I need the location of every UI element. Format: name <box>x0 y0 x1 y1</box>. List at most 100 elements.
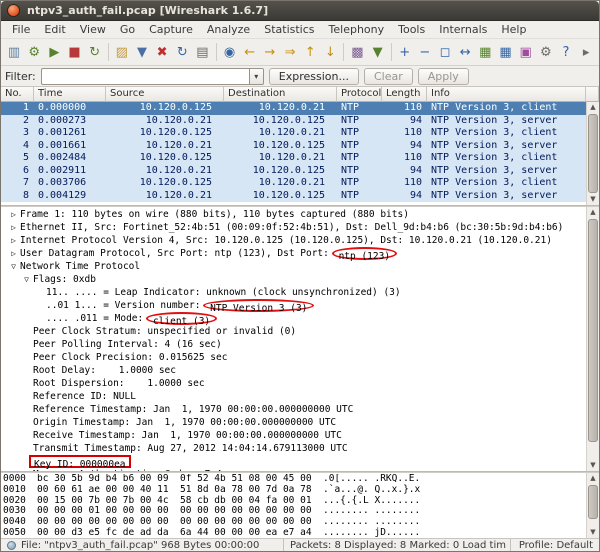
col-header-destination[interactable]: Destination <box>224 87 337 102</box>
packet-row[interactable]: 70.00370610.120.0.12510.120.0.21NTP110NT… <box>1 177 586 190</box>
col-header-time[interactable]: Time <box>34 87 106 102</box>
resize-columns-icon[interactable]: ↔ <box>455 42 475 63</box>
coloring-rules-icon[interactable]: ▣ <box>516 42 536 63</box>
detail-line[interactable]: ▷User Datagram Protocol, Src Port: ntp (… <box>1 247 586 260</box>
detail-line[interactable]: ▽Flags: 0xdb <box>1 273 586 286</box>
detail-line[interactable]: ▷Ethernet II, Src: Fortinet_52:4b:51 (00… <box>1 221 586 234</box>
expander-expanded-icon[interactable]: ▽ <box>7 260 20 273</box>
status-profile[interactable]: Profile: Default <box>515 540 599 551</box>
close-file-icon[interactable]: ✖ <box>152 42 172 63</box>
display-filters-icon[interactable]: ▦ <box>495 42 515 63</box>
go-forward-icon[interactable]: → <box>260 42 280 63</box>
scroll-down-icon[interactable]: ▼ <box>590 527 595 538</box>
clear-button[interactable]: Clear <box>364 68 413 85</box>
menu-analyze[interactable]: Analyze <box>200 21 257 39</box>
expander-expanded-icon[interactable]: ▽ <box>20 273 33 286</box>
detail-line[interactable]: Key ID: 000000ea <box>1 455 586 468</box>
detail-line[interactable]: Receive Timestamp: Jan 1, 1970 00:00:00.… <box>1 429 586 442</box>
packet-list-scrollbar[interactable]: ▲ ▼ <box>586 102 599 205</box>
autoscroll-icon[interactable]: ▼ <box>368 42 388 63</box>
list-interfaces-icon[interactable]: ▥ <box>4 42 24 63</box>
expander-collapsed-icon[interactable]: ▷ <box>7 221 20 234</box>
packet-row[interactable]: 60.00291110.120.0.2110.120.0.125NTP94NTP… <box>1 165 586 178</box>
detail-line[interactable]: Reference ID: NULL <box>1 390 586 403</box>
scroll-thumb[interactable] <box>588 485 598 519</box>
col-header-source[interactable]: Source <box>106 87 224 102</box>
expander-collapsed-icon[interactable]: ▷ <box>7 208 20 221</box>
window-close-button[interactable] <box>7 4 20 17</box>
packet-row[interactable]: 40.00166110.120.0.2110.120.0.125NTP94NTP… <box>1 140 586 153</box>
hex-scrollbar[interactable]: ▲ ▼ <box>586 473 599 538</box>
open-file-icon[interactable]: ▨ <box>112 42 132 63</box>
goto-bottom-icon[interactable]: ↓ <box>320 42 340 63</box>
save-file-icon[interactable]: ▼ <box>132 42 152 63</box>
apply-button[interactable]: Apply <box>418 68 469 85</box>
detail-line[interactable]: Message Authentication Code: e7a4... <box>1 468 586 471</box>
scroll-thumb[interactable] <box>588 219 598 442</box>
details-scrollbar[interactable]: ▲ ▼ <box>586 207 599 471</box>
menu-go[interactable]: Go <box>113 21 142 39</box>
help-icon[interactable]: ? <box>556 42 576 63</box>
col-header-length[interactable]: Length <box>382 87 427 102</box>
colorize-icon[interactable]: ▩ <box>347 42 367 63</box>
reload-icon[interactable]: ↻ <box>172 42 192 63</box>
expression-button[interactable]: Expression... <box>269 68 359 85</box>
scroll-up-icon[interactable]: ▲ <box>590 207 595 218</box>
detail-line[interactable]: Peer Polling Interval: 4 (16 sec) <box>1 338 586 351</box>
hex-row[interactable]: 005000 00 d3 e5 fc de ad da 6a 44 00 00 … <box>3 528 586 538</box>
print-icon[interactable]: ▤ <box>192 42 212 63</box>
expander-collapsed-icon[interactable]: ▷ <box>7 234 20 247</box>
menu-internals[interactable]: Internals <box>432 21 494 39</box>
detail-line[interactable]: 11.. .... = Leap Indicator: unknown (clo… <box>1 286 586 299</box>
start-capture-icon[interactable]: ▶ <box>44 42 64 63</box>
toolbar-overflow-icon[interactable]: ▸ <box>576 42 596 63</box>
detail-line[interactable]: Root Dispersion: 1.0000 sec <box>1 377 586 390</box>
col-header-no[interactable]: No. <box>1 87 34 102</box>
menu-view[interactable]: View <box>73 21 113 39</box>
packet-row[interactable]: 50.00248410.120.0.12510.120.0.21NTP110NT… <box>1 152 586 165</box>
stop-capture-icon[interactable]: ■ <box>64 42 84 63</box>
filter-input[interactable] <box>41 68 249 85</box>
detail-line[interactable]: ..01 1... = Version number: NTP Version … <box>1 299 586 312</box>
detail-line[interactable]: ▽Network Time Protocol <box>1 260 586 273</box>
col-header-protocol[interactable]: Protocol <box>337 87 382 102</box>
menu-file[interactable]: File <box>5 21 37 39</box>
menu-capture[interactable]: Capture <box>142 21 200 39</box>
detail-line[interactable]: ▷Internet Protocol Version 4, Src: 10.12… <box>1 234 586 247</box>
detail-line[interactable]: Origin Timestamp: Jan 1, 1970 00:00:00.0… <box>1 416 586 429</box>
capture-options-icon[interactable]: ⚙ <box>24 42 44 63</box>
expander-collapsed-icon[interactable]: ▷ <box>7 247 20 260</box>
go-back-icon[interactable]: ← <box>240 42 260 63</box>
scroll-down-icon[interactable]: ▼ <box>590 194 595 205</box>
packet-row[interactable]: 80.00412910.120.0.2110.120.0.125NTP94NTP… <box>1 190 586 203</box>
filter-dropdown-icon[interactable]: ▾ <box>249 68 264 85</box>
menu-help[interactable]: Help <box>494 21 533 39</box>
zoom-in-icon[interactable]: + <box>395 42 415 63</box>
find-packet-icon[interactable]: ◉ <box>219 42 239 63</box>
detail-line[interactable]: Reference Timestamp: Jan 1, 1970 00:00:0… <box>1 403 586 416</box>
hex-row[interactable]: 001000 60 61 ae 00 00 40 11 51 8d 0a 78 … <box>3 485 586 496</box>
scroll-up-icon[interactable]: ▲ <box>590 102 595 113</box>
restart-capture-icon[interactable]: ↻ <box>85 42 105 63</box>
detail-line[interactable]: Transmit Timestamp: Aug 27, 2012 14:04:1… <box>1 442 586 455</box>
col-header-info[interactable]: Info <box>427 87 586 102</box>
detail-line[interactable]: Peer Clock Stratum: unspecified or inval… <box>1 325 586 338</box>
detail-line[interactable]: ▷Frame 1: 110 bytes on wire (880 bits), … <box>1 208 586 221</box>
menu-edit[interactable]: Edit <box>37 21 72 39</box>
packet-row[interactable]: 10.00000010.120.0.12510.120.0.21NTP110NT… <box>1 102 586 115</box>
detail-line[interactable]: Root Delay: 1.0000 sec <box>1 364 586 377</box>
goto-top-icon[interactable]: ↑ <box>300 42 320 63</box>
preferences-icon[interactable]: ⚙ <box>536 42 556 63</box>
menu-telephony[interactable]: Telephony <box>322 21 392 39</box>
packet-row[interactable]: 20.00027310.120.0.2110.120.0.125NTP94NTP… <box>1 115 586 128</box>
goto-packet-icon[interactable]: ⇒ <box>280 42 300 63</box>
zoom-out-icon[interactable]: − <box>415 42 435 63</box>
menu-statistics[interactable]: Statistics <box>257 21 321 39</box>
expert-info-icon[interactable] <box>7 541 16 550</box>
scroll-up-icon[interactable]: ▲ <box>590 473 595 484</box>
zoom-100-icon[interactable]: ◻ <box>435 42 455 63</box>
scroll-thumb[interactable] <box>588 114 598 193</box>
title-bar[interactable]: ntpv3_auth_fail.pcap [Wireshark 1.6.7] <box>1 1 599 21</box>
scroll-down-icon[interactable]: ▼ <box>590 460 595 471</box>
detail-line[interactable]: Peer Clock Precision: 0.015625 sec <box>1 351 586 364</box>
